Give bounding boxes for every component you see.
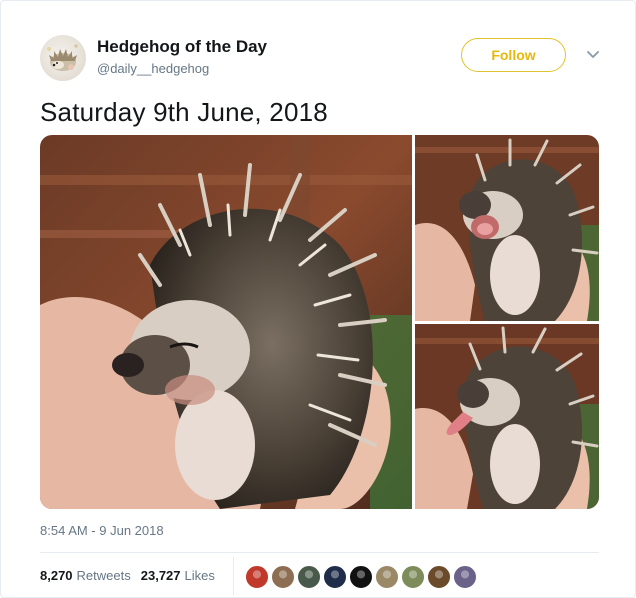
tweet-stats: 8,270 Retweets 23,727 Likes	[40, 568, 225, 583]
hedgehog-photo-tongue-out[interactable]	[415, 324, 599, 509]
likes-count: 23,727	[140, 568, 181, 583]
likes-stat[interactable]: 23,727 Likes	[141, 568, 215, 583]
retweets-label: Retweets	[76, 568, 131, 583]
hedgehog-avatar-icon[interactable]	[40, 35, 86, 81]
liker-avatar[interactable]	[375, 565, 399, 589]
account-name[interactable]: Hedgehog of the Day	[97, 37, 267, 57]
likes-label: Likes	[184, 568, 215, 583]
hedgehog-photo-sleeping[interactable]	[40, 135, 412, 509]
liker-avatars	[245, 565, 479, 591]
chevron-down-icon[interactable]	[583, 45, 603, 65]
account-handle[interactable]: @daily__hedgehog	[97, 61, 209, 76]
liker-avatar[interactable]	[427, 565, 451, 589]
divider	[40, 552, 599, 553]
liker-avatar[interactable]	[401, 565, 425, 589]
liker-avatar[interactable]	[453, 565, 477, 589]
tweet-text: Saturday 9th June, 2018	[40, 97, 328, 127]
retweets-stat[interactable]: 8,270 Retweets	[40, 568, 131, 583]
liker-avatar[interactable]	[349, 565, 373, 589]
media-grid	[40, 135, 599, 509]
retweets-count: 8,270	[40, 568, 73, 583]
liker-avatar[interactable]	[245, 565, 269, 589]
liker-avatar[interactable]	[323, 565, 347, 589]
stats-separator	[233, 557, 234, 595]
follow-button[interactable]: Follow	[461, 38, 566, 72]
tweet-timestamp[interactable]: 8:54 AM - 9 Jun 2018	[40, 523, 164, 538]
liker-avatar[interactable]	[271, 565, 295, 589]
tweet-card: Hedgehog of the Day @daily__hedgehog Fol…	[0, 0, 636, 598]
hedgehog-photo-yawning[interactable]	[415, 135, 599, 321]
liker-avatar[interactable]	[297, 565, 321, 589]
